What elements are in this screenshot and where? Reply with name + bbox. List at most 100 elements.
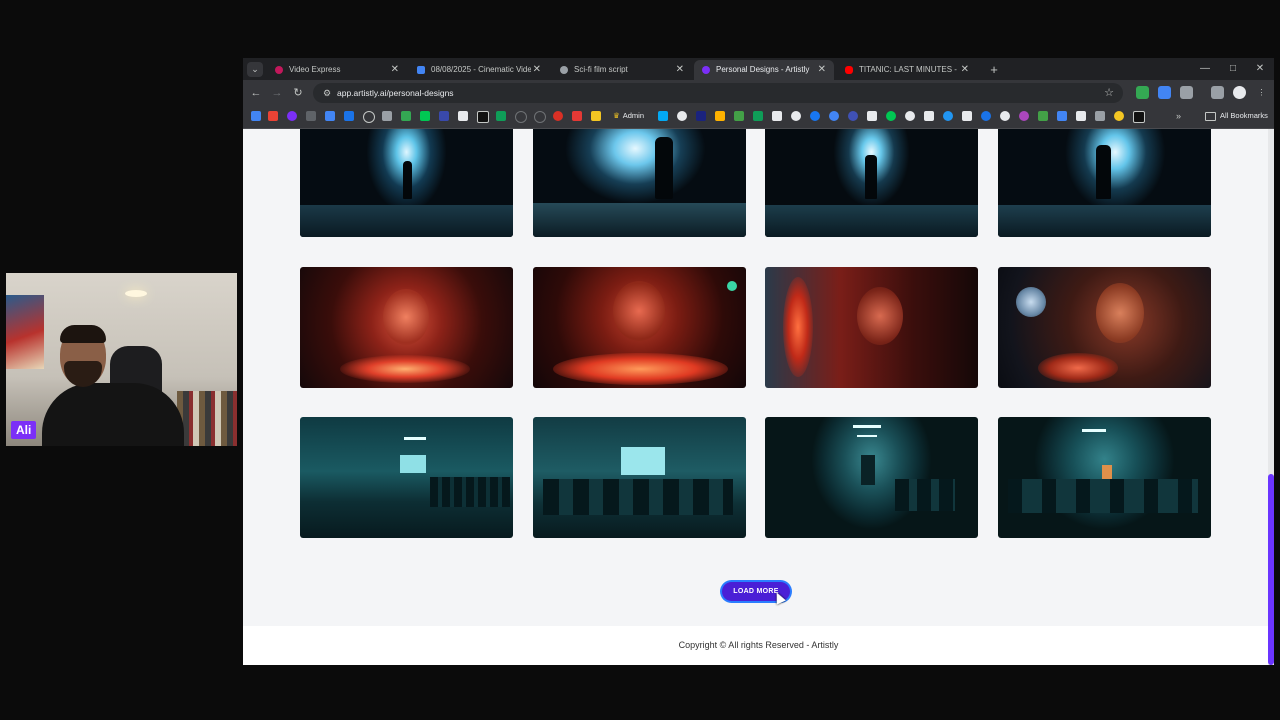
back-icon[interactable]: ← — [248, 85, 264, 101]
tab-scifi-script[interactable]: Sci-fi film script ✕ — [552, 60, 692, 80]
bookmark-4-icon[interactable] — [306, 111, 316, 121]
gallery-image[interactable] — [998, 267, 1211, 388]
bookmark-32-icon[interactable] — [886, 111, 896, 121]
bookmark-43-icon[interactable] — [1095, 111, 1105, 121]
maximize-icon[interactable]: □ — [1220, 60, 1246, 78]
bookmark-13-icon[interactable] — [477, 111, 489, 123]
bookmark-37-icon[interactable] — [981, 111, 991, 121]
close-tab-icon[interactable]: ✕ — [676, 60, 684, 80]
bookmark-6-icon[interactable] — [344, 111, 354, 121]
close-tab-icon[interactable]: ✕ — [391, 60, 399, 80]
omnibox[interactable]: ⚙ app.artistly.ai/personal-designs ☆ — [313, 83, 1123, 103]
bookmark-10-icon[interactable] — [420, 111, 430, 121]
bookmark-38-icon[interactable] — [1000, 111, 1010, 121]
extensions-puzzle-icon[interactable] — [1180, 86, 1193, 99]
bookmark-19-icon[interactable] — [591, 111, 601, 121]
bookmark-27-icon[interactable] — [791, 111, 801, 121]
scrollbar-thumb[interactable] — [1268, 474, 1274, 665]
door-light — [1102, 465, 1112, 479]
bookmark-3-icon[interactable] — [287, 111, 297, 121]
bookmark-15-icon[interactable] — [515, 111, 527, 123]
gallery-image[interactable] — [533, 129, 746, 237]
extension-docs-icon[interactable] — [1158, 86, 1171, 99]
bookmark-36-icon[interactable] — [962, 111, 972, 121]
bookmark-2-icon[interactable] — [268, 111, 278, 121]
bookmark-26-icon[interactable] — [772, 111, 782, 121]
face — [613, 281, 665, 341]
bookmark-42-icon[interactable] — [1076, 111, 1086, 121]
bookmark-8-icon[interactable] — [382, 111, 392, 121]
bookmark-16-icon[interactable] — [534, 111, 546, 123]
bookmark-20-icon[interactable] — [658, 111, 668, 121]
close-tab-icon[interactable]: ✕ — [533, 60, 541, 80]
wall-poster — [6, 295, 44, 369]
bookmark-31-icon[interactable] — [867, 111, 877, 121]
gallery-image[interactable] — [998, 129, 1211, 237]
close-tab-icon[interactable]: ✕ — [961, 60, 969, 80]
bookmark-1-icon[interactable] — [251, 111, 261, 121]
face — [857, 287, 903, 345]
reading-list-icon[interactable] — [1211, 86, 1224, 99]
bookmark-5-icon[interactable] — [325, 111, 335, 121]
close-tab-icon[interactable]: ✕ — [818, 60, 826, 80]
bookmark-35-icon[interactable] — [943, 111, 953, 121]
profile-avatar-icon[interactable] — [1233, 86, 1246, 99]
reload-icon[interactable]: ↻ — [290, 85, 306, 101]
page-scrollbar[interactable] — [1268, 129, 1274, 665]
bookmark-40-icon[interactable] — [1038, 111, 1048, 121]
bookmark-41-icon[interactable] — [1057, 111, 1067, 121]
bookmark-12-icon[interactable] — [458, 111, 468, 121]
bookmark-34-icon[interactable] — [924, 111, 934, 121]
bookmark-22-icon[interactable] — [696, 111, 706, 121]
bookmark-45-icon[interactable] — [1133, 111, 1145, 123]
bookmark-30-icon[interactable] — [848, 111, 858, 121]
url-text[interactable]: app.artistly.ai/personal-designs — [337, 83, 454, 103]
address-toolbar: ← → ↻ ⚙ app.artistly.ai/personal-designs… — [243, 80, 1274, 106]
gallery-image[interactable] — [765, 417, 978, 538]
face — [1096, 283, 1144, 343]
gallery-image[interactable] — [998, 417, 1211, 538]
bookmark-14-icon[interactable] — [496, 111, 506, 121]
minimize-icon[interactable]: — — [1192, 60, 1218, 78]
extension-sheets-icon[interactable] — [1136, 86, 1149, 99]
bookmark-33-icon[interactable] — [905, 111, 915, 121]
new-tab-icon[interactable]: + — [984, 60, 1004, 80]
gallery-image[interactable] — [765, 267, 978, 388]
bookmark-39-icon[interactable] — [1019, 111, 1029, 121]
webcam-overlay: Ali — [6, 273, 237, 446]
gallery-image[interactable] — [533, 267, 746, 388]
bookmark-24-icon[interactable] — [734, 111, 744, 121]
more-bookmarks-icon[interactable]: » — [1176, 110, 1181, 122]
tab-titanic[interactable]: TITANIC: LAST MINUTES - THE✕ — [837, 60, 977, 80]
site-info-icon[interactable]: ⚙ — [319, 85, 335, 101]
bookmark-17-icon[interactable] — [553, 111, 563, 121]
gallery-image[interactable] — [300, 129, 513, 237]
page-content: LOAD MORE Copyright © All rights Reserve… — [243, 129, 1274, 665]
menu-kebab-icon[interactable]: ⋮ — [1255, 86, 1268, 99]
forward-icon[interactable]: → — [269, 85, 285, 101]
bookmark-44-icon[interactable] — [1114, 111, 1124, 121]
tab-video-express[interactable]: Video Express ✕ — [267, 60, 407, 80]
bookmark-9-icon[interactable] — [401, 111, 411, 121]
bookmark-11-icon[interactable] — [439, 111, 449, 121]
bookmark-star-icon[interactable]: ☆ — [1101, 85, 1117, 101]
gallery-image[interactable] — [765, 129, 978, 237]
tab-personal-designs[interactable]: Personal Designs - Artistly ✕ — [694, 60, 834, 80]
bookmark-23-icon[interactable] — [715, 111, 725, 121]
bookmark-29-icon[interactable] — [829, 111, 839, 121]
tab-search-icon[interactable]: ⌄ — [247, 62, 263, 77]
tab-cinematic-videos[interactable]: 08/08/2025 - Cinematic Videos ✕ — [409, 60, 549, 80]
bookmark-admin[interactable]: ♛ Admin — [613, 110, 644, 122]
window-light — [400, 455, 426, 473]
close-window-icon[interactable]: ✕ — [1247, 60, 1273, 78]
chairs — [430, 477, 510, 507]
bookmark-7-icon[interactable] — [363, 111, 375, 123]
bookmark-28-icon[interactable] — [810, 111, 820, 121]
bookmark-25-icon[interactable] — [753, 111, 763, 121]
all-bookmarks-folder[interactable]: All Bookmarks — [1205, 110, 1268, 122]
gallery-image[interactable] — [300, 267, 513, 388]
bookmark-18-icon[interactable] — [572, 111, 582, 121]
gallery-image[interactable] — [300, 417, 513, 538]
gallery-image[interactable] — [533, 417, 746, 538]
bookmark-21-icon[interactable] — [677, 111, 687, 121]
